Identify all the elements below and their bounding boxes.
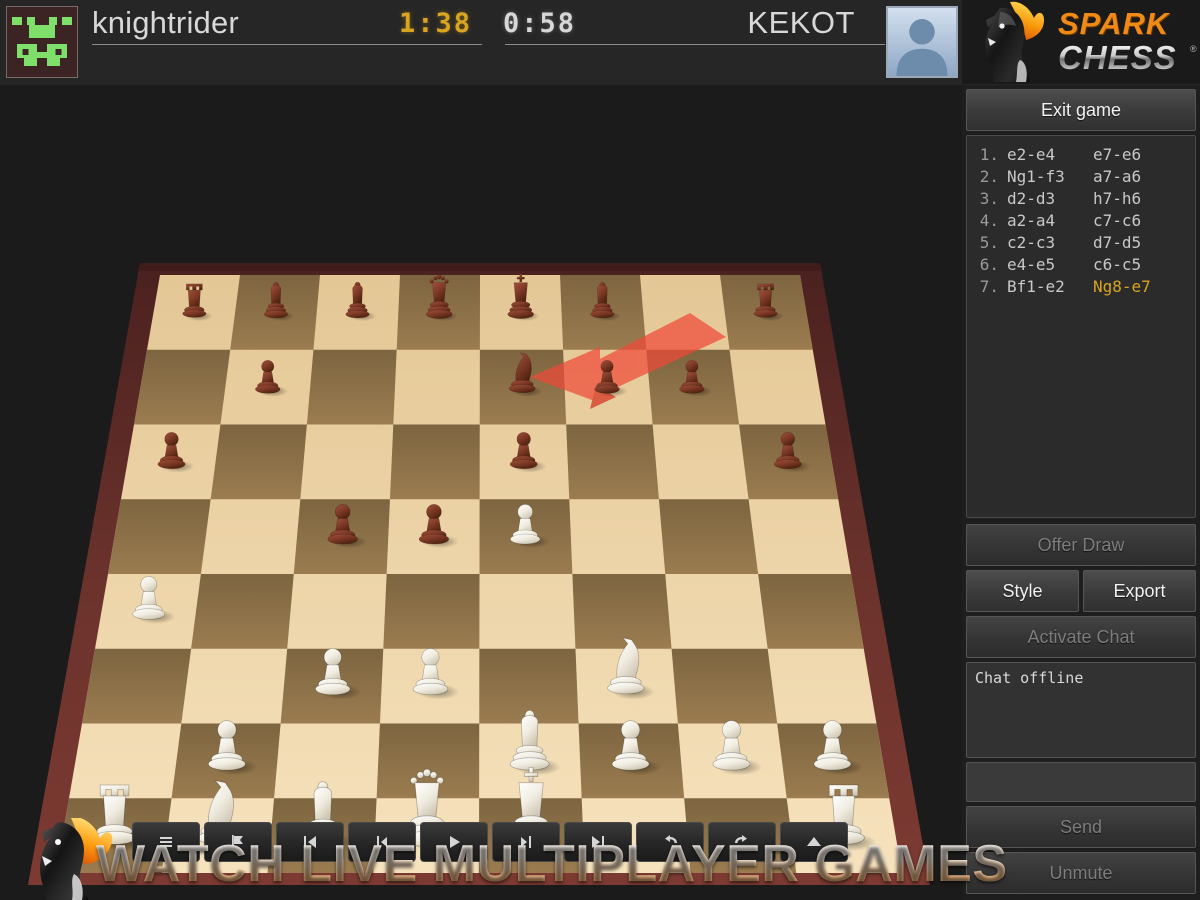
move-number: 4.	[979, 211, 999, 230]
first-move-button[interactable]	[276, 822, 344, 862]
black-player-divider	[92, 44, 482, 45]
chat-status-text: Chat offline	[975, 669, 1084, 687]
black-move[interactable]: Ng8-e7	[1093, 276, 1179, 298]
offer-draw-button[interactable]: Offer Draw	[966, 524, 1196, 566]
white-move[interactable]: c2-c3	[1007, 232, 1093, 254]
prev-move-icon	[377, 836, 387, 848]
white-player-clock: 0:58	[503, 8, 577, 39]
move-row[interactable]: 7. Bf1-e2 Ng8-e7	[971, 276, 1191, 298]
white-player-name: KEKOT	[747, 5, 855, 40]
prev-move-button[interactable]	[348, 822, 416, 862]
next-move-icon	[521, 836, 531, 848]
black-move[interactable]: a7-a6	[1093, 166, 1179, 188]
avatar-black-player[interactable]	[6, 6, 78, 78]
board-square[interactable]	[758, 574, 864, 649]
sparkchess-logo[interactable]: SPARK CHESS ®	[962, 0, 1200, 84]
next-move-button[interactable]	[492, 822, 560, 862]
move-number: 6.	[979, 255, 999, 274]
last-move-icon	[592, 836, 604, 848]
style-export-row: Style Export	[966, 570, 1196, 612]
board-square[interactable]	[572, 574, 672, 649]
move-row[interactable]: 2. Ng1-f3 a7-a6	[971, 166, 1191, 188]
default-person-avatar-icon	[888, 8, 956, 76]
board-square[interactable]	[658, 499, 759, 574]
move-row[interactable]: 6. e4-e5 c6-c5	[971, 254, 1191, 276]
chessboard-3d[interactable]	[0, 85, 960, 900]
board-square[interactable]	[191, 574, 294, 649]
resign-flag-icon	[232, 835, 243, 849]
chessboard-area[interactable]	[0, 85, 960, 900]
activate-chat-button[interactable]: Activate Chat	[966, 616, 1196, 658]
black-move[interactable]: h7-h6	[1093, 188, 1179, 210]
exit-game-button[interactable]: Exit game	[966, 89, 1196, 131]
move-list-button[interactable]	[132, 822, 200, 862]
move-row[interactable]: 1. e2-e4 e7-e6	[971, 144, 1191, 166]
board-square[interactable]	[383, 574, 480, 649]
move-number: 7.	[979, 277, 999, 296]
logo-registered-mark: ®	[1190, 44, 1197, 54]
undo-button[interactable]	[636, 822, 704, 862]
send-chat-button[interactable]: Send	[966, 806, 1196, 848]
playback-toolbar	[132, 822, 848, 862]
move-number: 5.	[979, 233, 999, 252]
logo-spark-text: SPARK	[1058, 6, 1170, 41]
sparkchess-app: knightrider 1:38 0:58 KEKOT SPARK CHESS …	[0, 0, 1200, 900]
move-number: 1.	[979, 145, 999, 164]
move-row[interactable]: 5. c2-c3 d7-d5	[971, 232, 1191, 254]
flaming-knight-logo-icon	[985, 1, 1044, 82]
play-button[interactable]	[420, 822, 488, 862]
black-move[interactable]: c7-c6	[1093, 210, 1179, 232]
chat-input[interactable]	[966, 762, 1196, 802]
expand-up-icon	[807, 837, 821, 846]
avatar-white-player[interactable]	[886, 6, 958, 78]
white-move[interactable]: e2-e4	[1007, 144, 1093, 166]
board-square[interactable]	[389, 424, 480, 500]
mute-toggle-button[interactable]: Unmute	[966, 852, 1196, 894]
undo-icon	[665, 835, 677, 843]
move-list-icon	[160, 837, 172, 847]
first-move-icon	[304, 836, 316, 848]
white-move[interactable]: Bf1-e2	[1007, 276, 1093, 298]
logo-chess-text: CHESS	[1058, 39, 1177, 76]
black-player-clock: 1:38	[399, 8, 473, 39]
white-move[interactable]: a2-a4	[1007, 210, 1093, 232]
board-square[interactable]	[671, 648, 778, 724]
move-list[interactable]: 1. e2-e4 e7-e6 2. Ng1-f3 a7-a6 3. d2-d3 h7-h6 4. a…	[966, 135, 1196, 518]
export-button[interactable]: Export	[1083, 570, 1196, 612]
play-icon	[450, 836, 460, 848]
black-move[interactable]: e7-e6	[1093, 144, 1179, 166]
board-square[interactable]	[134, 349, 231, 425]
redo-icon	[735, 835, 747, 843]
pixel-invader-avatar-icon	[12, 17, 72, 66]
redo-button[interactable]	[708, 822, 776, 862]
move-row[interactable]: 4. a2-a4 c7-c6	[971, 210, 1191, 232]
last-move-button[interactable]	[564, 822, 632, 862]
expand-up-button[interactable]	[780, 822, 848, 862]
resign-flag-button[interactable]	[204, 822, 272, 862]
white-move[interactable]: Ng1-f3	[1007, 166, 1093, 188]
chat-messages-box: Chat offline	[966, 662, 1196, 758]
black-player-name: knightrider	[92, 5, 239, 40]
black-move[interactable]: d7-d5	[1093, 232, 1179, 254]
move-number: 2.	[979, 167, 999, 186]
board-square[interactable]	[306, 349, 397, 425]
move-number: 3.	[979, 189, 999, 208]
white-player-divider	[505, 44, 885, 45]
style-button[interactable]: Style	[966, 570, 1079, 612]
white-move[interactable]: e4-e5	[1007, 254, 1093, 276]
black-move[interactable]: c6-c5	[1093, 254, 1179, 276]
board-square[interactable]	[210, 424, 307, 500]
board-square[interactable]	[566, 424, 659, 500]
board-square[interactable]	[108, 499, 211, 574]
board-square[interactable]	[82, 648, 192, 724]
game-side-panel: Exit game 1. e2-e4 e7-e6 2. Ng1-f3 a7-a6 3. d2-…	[962, 85, 1200, 900]
white-move[interactable]: d2-d3	[1007, 188, 1093, 210]
move-row[interactable]: 3. d2-d3 h7-h6	[971, 188, 1191, 210]
